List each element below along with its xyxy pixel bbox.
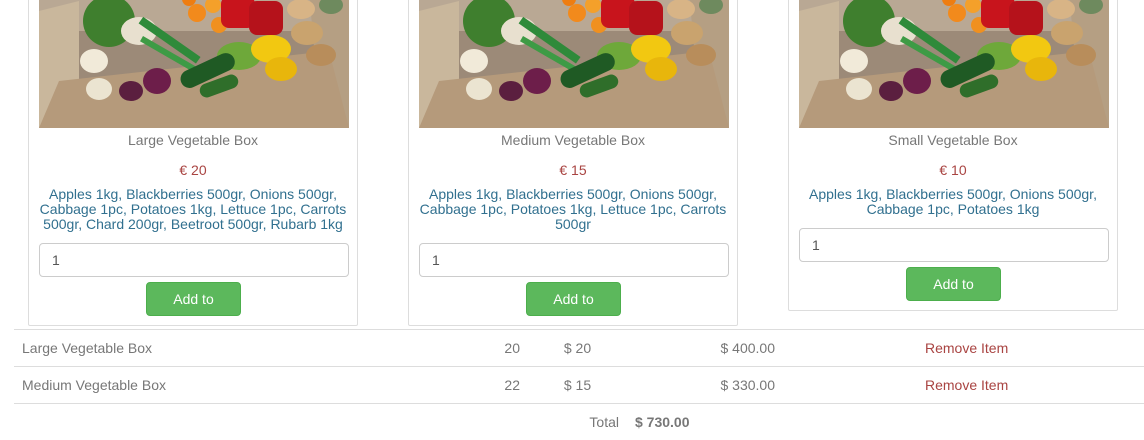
add-to-bag-button[interactable]: Add to Bag xyxy=(146,282,241,316)
product-contents: Apples 1kg, Blackberries 500gr, Onions 5… xyxy=(797,187,1109,217)
bag-item-subtotal: $ 400.00 xyxy=(627,330,783,367)
product-card-small: Small Vegetable Box € 10 Apples 1kg, Bla… xyxy=(788,0,1118,311)
add-to-bag-button[interactable]: Add to Bag xyxy=(526,282,621,316)
total-value: $ 730.00 xyxy=(627,404,783,440)
bag-item-action: Remove Item xyxy=(783,367,1144,404)
product-contents: Apples 1kg, Blackberries 500gr, Onions 5… xyxy=(417,187,729,232)
total-row: Total $ 730.00 xyxy=(14,404,1144,440)
product-price: € 15 xyxy=(409,162,737,178)
product-card-large: Large Vegetable Box € 20 Apples 1kg, Bla… xyxy=(28,0,358,326)
product-title: Large Vegetable Box xyxy=(29,132,357,148)
bag-table: Large Vegetable Box 20 $ 20 $ 400.00 Rem… xyxy=(14,329,1144,440)
remove-item-link[interactable]: Remove Item xyxy=(925,340,1008,356)
product-price: € 20 xyxy=(29,162,357,178)
product-image xyxy=(419,0,729,128)
quantity-input[interactable] xyxy=(419,243,729,277)
product-title: Medium Vegetable Box xyxy=(409,132,737,148)
product-contents: Apples 1kg, Blackberries 500gr, Onions 5… xyxy=(37,187,349,232)
product-card-medium: Medium Vegetable Box € 15 Apples 1kg, Bl… xyxy=(408,0,738,326)
bag-item-quantity: 20 xyxy=(462,330,528,367)
bag-item-unit-price: $ 20 xyxy=(528,330,627,367)
add-to-bag-button[interactable]: Add to Bag xyxy=(906,267,1001,301)
product-price: € 10 xyxy=(789,162,1117,178)
total-label: Total xyxy=(528,404,627,440)
bag-item-subtotal: $ 330.00 xyxy=(627,367,783,404)
product-title: Small Vegetable Box xyxy=(789,132,1117,148)
bag-item-action: Remove Item xyxy=(783,330,1144,367)
remove-item-link[interactable]: Remove Item xyxy=(925,377,1008,393)
quantity-input[interactable] xyxy=(799,228,1109,262)
bag-item-quantity: 22 xyxy=(462,367,528,404)
product-image xyxy=(799,0,1109,128)
quantity-input[interactable] xyxy=(39,243,349,277)
bag-item-unit-price: $ 15 xyxy=(528,367,627,404)
bag-item-name: Large Vegetable Box xyxy=(14,330,462,367)
bag-item-name: Medium Vegetable Box xyxy=(14,367,462,404)
table-row: Large Vegetable Box 20 $ 20 $ 400.00 Rem… xyxy=(14,330,1144,367)
product-image xyxy=(39,0,349,128)
table-row: Medium Vegetable Box 22 $ 15 $ 330.00 Re… xyxy=(14,367,1144,404)
